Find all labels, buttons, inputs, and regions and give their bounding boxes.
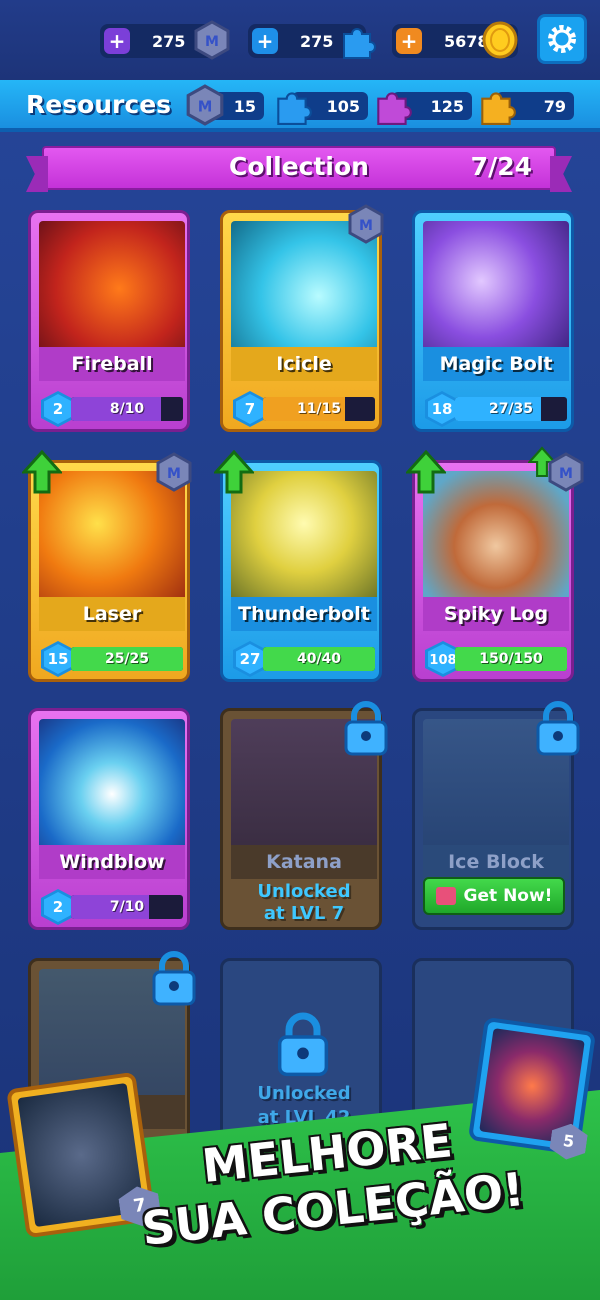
get-now-button[interactable]: Get Now! [423, 877, 565, 915]
blue-piece-count: 105 [326, 96, 360, 116]
unlock-line-1: Unlocked [257, 1083, 351, 1104]
card-progress-bar: 8/10 [71, 397, 183, 421]
rune-gem-icon: M [186, 84, 224, 126]
puzzle-currency[interactable]: + 275 [248, 24, 376, 59]
lock-icon [344, 701, 388, 756]
card-name: Fireball [39, 347, 185, 381]
purple-piece-count: 125 [430, 96, 464, 116]
svg-text:M: M [198, 98, 213, 115]
card-name: Magic Bolt [423, 347, 569, 381]
lock-icon [152, 951, 196, 1006]
settings-button[interactable] [537, 14, 587, 64]
purple-puzzle-icon [377, 92, 412, 125]
card-progress-bar: 40/40 [263, 647, 375, 671]
card-name: Ice Block [423, 845, 569, 879]
resources-title: Resources [26, 90, 172, 119]
card-progress-text: 8/10 [109, 401, 145, 417]
card-windblow[interactable]: Windblow 2 7/10 [28, 708, 190, 930]
card-name: Thunderbolt [231, 597, 377, 631]
gem-count: 275 [152, 31, 186, 51]
card-progress-text: 27/35 [488, 401, 534, 417]
rune-gem-icon: M [156, 452, 192, 492]
card-progress-text: 40/40 [296, 651, 342, 667]
card-progress-text: 11/15 [296, 401, 342, 417]
collection-banner: Collection 7/24 [42, 146, 556, 190]
get-now-label: Get Now! [463, 886, 553, 906]
add-puzzle-icon[interactable]: + [252, 28, 278, 54]
upgrade-arrow-icon [22, 450, 62, 494]
card-name: Windblow [39, 845, 185, 879]
rune-resource-count: 15 [233, 96, 256, 116]
blue-puzzle-icon [277, 92, 312, 125]
gold-piece-count: 79 [543, 96, 566, 116]
card-name: Laser [39, 597, 185, 631]
card-name: Spiky Log [423, 597, 569, 631]
card-level-badge: 27 [233, 641, 267, 677]
svg-text:M: M [559, 466, 573, 482]
rune-gem-icon: M [348, 204, 384, 244]
svg-text:M: M [205, 34, 219, 50]
card-progress-text: 150/150 [479, 651, 543, 667]
card-level-badge: 2 [41, 391, 75, 427]
card-progress-bar: 11/15 [263, 397, 375, 421]
rune-gem-icon: M [194, 20, 230, 60]
unlock-line-1: Unlocked [257, 881, 351, 902]
card-progress-bar: 150/150 [455, 647, 567, 671]
upgrade-arrow-icon [214, 450, 254, 494]
lock-icon [277, 1012, 329, 1077]
gold-currency[interactable]: + 5678 [392, 21, 518, 59]
rune-gem-icon: M [548, 452, 584, 492]
gold-puzzle-icon [481, 92, 516, 125]
svg-text:M: M [359, 218, 373, 234]
gold-coin-icon [482, 21, 518, 59]
lock-icon [536, 701, 580, 756]
shop-icon [435, 887, 456, 905]
card-level-badge: 15 [41, 641, 75, 677]
card-level-badge: 2 [41, 889, 75, 925]
gear-icon [548, 25, 576, 53]
unlock-line-2: at LVL 7 [263, 903, 345, 924]
svg-text:M: M [167, 466, 181, 482]
currency-bar: + 275 M + 275 + 5678 [0, 0, 600, 80]
blue-puzzle-icon [343, 28, 376, 59]
card-progress-bar: 25/25 [71, 647, 183, 671]
card-level-badge: 7 [233, 391, 267, 427]
card-progress-text: 7/10 [109, 899, 145, 915]
card-magic-bolt[interactable]: Magic Bolt 18 27/35 [412, 210, 574, 432]
card-name: Katana [231, 845, 377, 879]
add-gold-icon[interactable]: + [396, 28, 422, 54]
card-progress-bar: 27/35 [455, 397, 567, 421]
card-level-badge: 18 [425, 391, 459, 427]
gem-currency[interactable]: + 275 M [100, 20, 230, 60]
card-progress-text: 25/25 [104, 651, 150, 667]
resources-bar: Resources 15 M 105 125 79 [0, 80, 600, 132]
collection-count: 7/24 [470, 152, 532, 181]
add-gems-icon[interactable]: + [104, 28, 130, 54]
card-fireball[interactable]: Fireball 2 8/10 [28, 210, 190, 432]
card-progress-bar: 7/10 [71, 895, 183, 919]
upgrade-arrow-icon [406, 450, 446, 494]
card-name: Icicle [231, 347, 377, 381]
puzzle-count: 275 [300, 31, 334, 51]
